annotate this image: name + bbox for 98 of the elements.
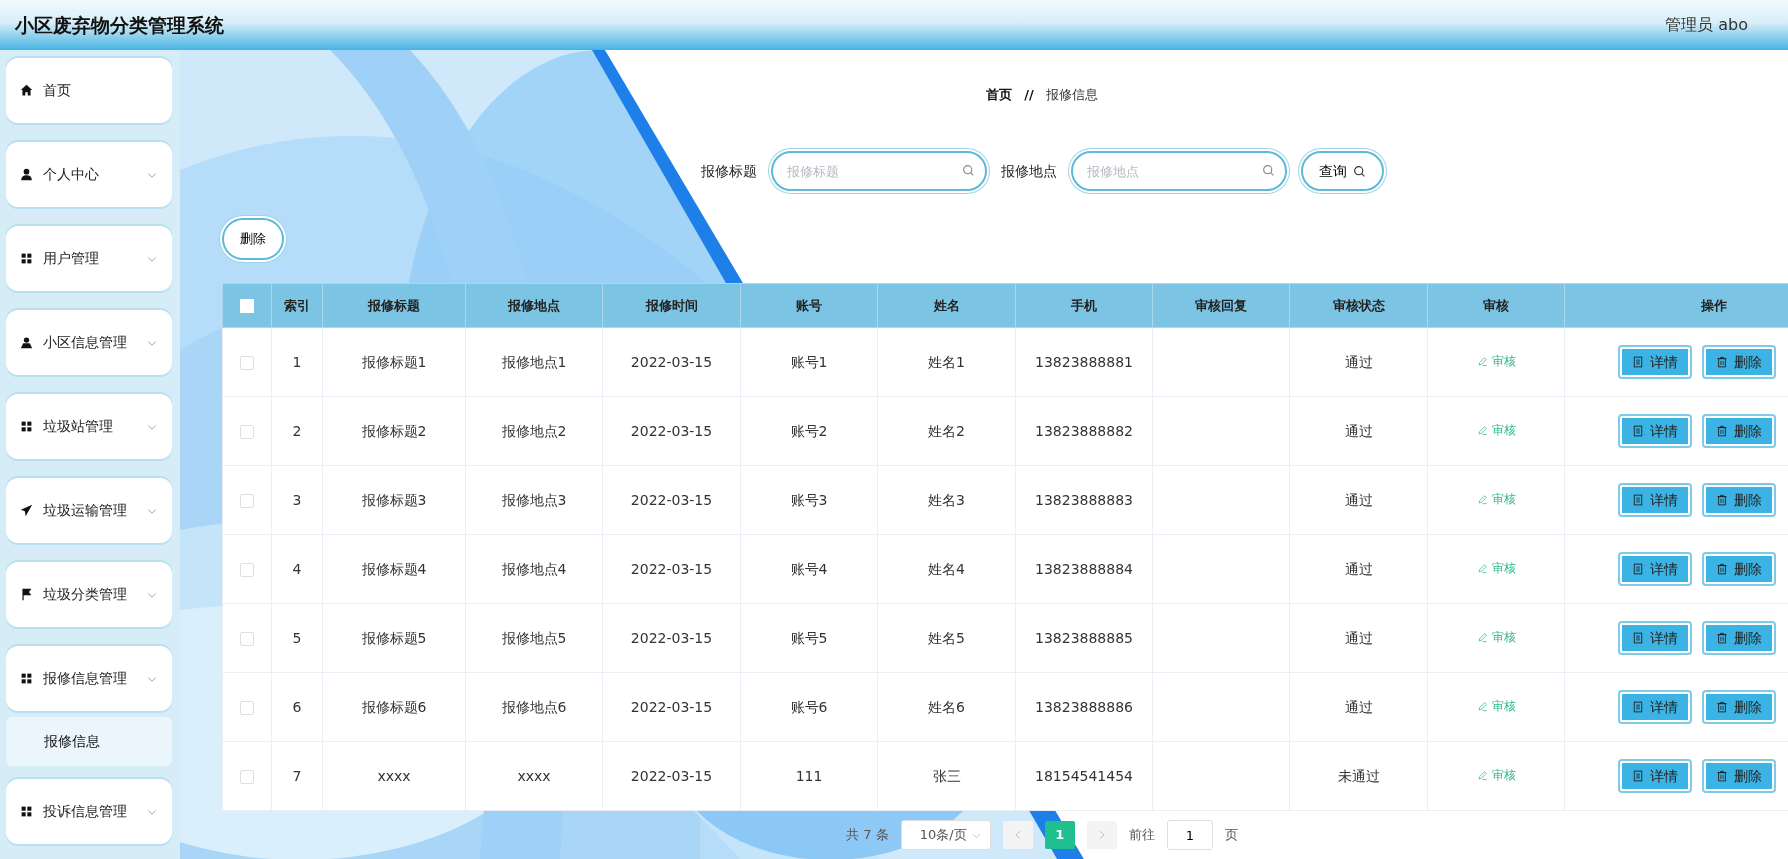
delete-button[interactable]: 删除 (1704, 554, 1774, 584)
table-cell: 18154541454 (1035, 767, 1133, 784)
table-cell: 姓名6 (928, 698, 965, 715)
table-cell: 4 (292, 560, 302, 577)
table-cell: 通过 (1344, 353, 1373, 370)
table-cell: 报修标题4 (361, 560, 427, 577)
table-cell: 2022-03-15 (630, 491, 713, 508)
table-cell: 2022-03-15 (630, 353, 713, 370)
page-input[interactable]: 1 (1166, 820, 1213, 850)
breadcrumb-item[interactable]: 首页 (986, 85, 1013, 105)
table-cell: xxxx (517, 767, 551, 784)
user-name: 管理员 abo (1665, 14, 1748, 36)
table-cell: xxxx (377, 767, 411, 784)
column-header: 手机 (1071, 297, 1097, 313)
delete-button[interactable]: 删除 (1704, 485, 1774, 515)
column-header: 操作 (1700, 297, 1727, 313)
table-cell: 报修标题2 (361, 422, 427, 439)
table-cell: 账号4 (790, 560, 828, 577)
table-cell: 报修地点5 (501, 629, 567, 646)
table-cell: 姓名5 (928, 629, 965, 646)
table-cell: 报修标题1 (361, 353, 427, 370)
table-cell: 通过 (1344, 560, 1373, 577)
table-cell: 报修地点2 (501, 422, 567, 439)
search-field[interactable]: 报修地点 (1070, 151, 1287, 191)
column-header: 账号 (796, 297, 822, 313)
table-cell: 未通过 (1337, 767, 1380, 784)
table-cell: 13823888882 (1035, 422, 1133, 439)
delete-button[interactable]: 删除 (1704, 623, 1774, 653)
details-button[interactable]: 详情 (1620, 485, 1690, 515)
table-cell: 报修标题6 (361, 698, 427, 715)
table-cell: 2022-03-15 (630, 767, 713, 784)
table-cell: 13823888885 (1035, 629, 1133, 646)
table-cell: 通过 (1344, 698, 1373, 715)
table-cell: 张三 (932, 767, 961, 784)
breadcrumb-item: 报修信息 (1045, 86, 1098, 105)
column-header: 报修时间 (645, 297, 698, 313)
table-cell: 2 (292, 422, 302, 439)
search-button[interactable]: 查询 (1300, 151, 1384, 191)
table-cell: 7 (292, 767, 302, 784)
app-title: 小区废弃物分类管理系统 (15, 12, 224, 38)
page-size-select[interactable]: 10条/页 (900, 820, 991, 850)
total-count: 共 7 条 (846, 826, 889, 845)
table-cell: 5 (292, 629, 302, 646)
table-cell: 报修地点1 (501, 353, 567, 370)
table-cell: 13823888881 (1035, 353, 1133, 370)
goto-label: 前往 (1128, 826, 1155, 845)
details-button[interactable]: 详情 (1620, 623, 1690, 653)
delete-button[interactable]: 删除 (1704, 761, 1774, 791)
table-cell: 姓名1 (928, 353, 965, 370)
table-cell: 报修地点3 (501, 491, 567, 508)
field-label: 报修标题 (700, 161, 757, 181)
field-label: 报修地点 (1000, 161, 1057, 181)
table-cell: 2022-03-15 (630, 698, 713, 715)
table-cell: 1 (292, 353, 302, 370)
table-cell: 报修标题5 (361, 629, 427, 646)
table-cell: 姓名2 (928, 422, 965, 439)
breadcrumb-separator: // (1024, 86, 1034, 105)
table-cell: 111 (795, 767, 823, 784)
column-header: 姓名 (933, 297, 960, 313)
details-button[interactable]: 详情 (1620, 347, 1690, 377)
delete-button[interactable]: 删除 (1704, 347, 1774, 377)
table-cell: 报修地点4 (501, 560, 567, 577)
table-cell: 通过 (1344, 422, 1373, 439)
page-suffix: 页 (1224, 826, 1238, 845)
column-header: 审核状态 (1332, 297, 1385, 313)
table-cell: 13823888886 (1035, 698, 1133, 715)
submenu-item[interactable]: 报修信息 (6, 717, 172, 766)
details-button[interactable]: 详情 (1620, 761, 1690, 791)
details-button[interactable]: 详情 (1620, 554, 1690, 584)
table-cell: 2022-03-15 (630, 422, 713, 439)
column-header: 审核回复 (1195, 297, 1247, 313)
table-cell: 账号3 (790, 491, 828, 508)
table-cell: 通过 (1344, 491, 1373, 508)
table-cell: 账号6 (790, 698, 828, 715)
table-cell: 通过 (1344, 629, 1373, 646)
column-header: 报修地点 (508, 297, 560, 313)
table-cell: 姓名4 (928, 560, 965, 577)
delete-button[interactable]: 删除 (1704, 416, 1774, 446)
column-header: 审核 (1483, 297, 1509, 313)
table-cell: 报修地点6 (501, 698, 567, 715)
column-header: 索引 (284, 297, 310, 313)
details-button[interactable]: 详情 (1620, 692, 1690, 722)
table-cell: 13823888884 (1035, 560, 1133, 577)
table-cell: 6 (292, 698, 302, 715)
table-cell: 2022-03-15 (630, 560, 713, 577)
table-cell: 报修标题3 (361, 491, 427, 508)
delete-button[interactable]: 删除 (1704, 692, 1774, 722)
search-field[interactable]: 报修标题 (770, 151, 987, 191)
table-cell: 3 (292, 491, 302, 508)
delete-button[interactable]: 删除 (222, 218, 284, 260)
table-cell: 姓名3 (928, 491, 965, 508)
table-cell: 13823888883 (1035, 491, 1133, 508)
details-button[interactable]: 详情 (1620, 416, 1690, 446)
column-header: 报修标题 (368, 297, 420, 313)
table-cell: 2022-03-15 (630, 629, 713, 646)
table-cell: 账号5 (790, 629, 828, 646)
table-cell: 账号1 (790, 353, 828, 370)
table-cell: 账号2 (790, 422, 828, 439)
